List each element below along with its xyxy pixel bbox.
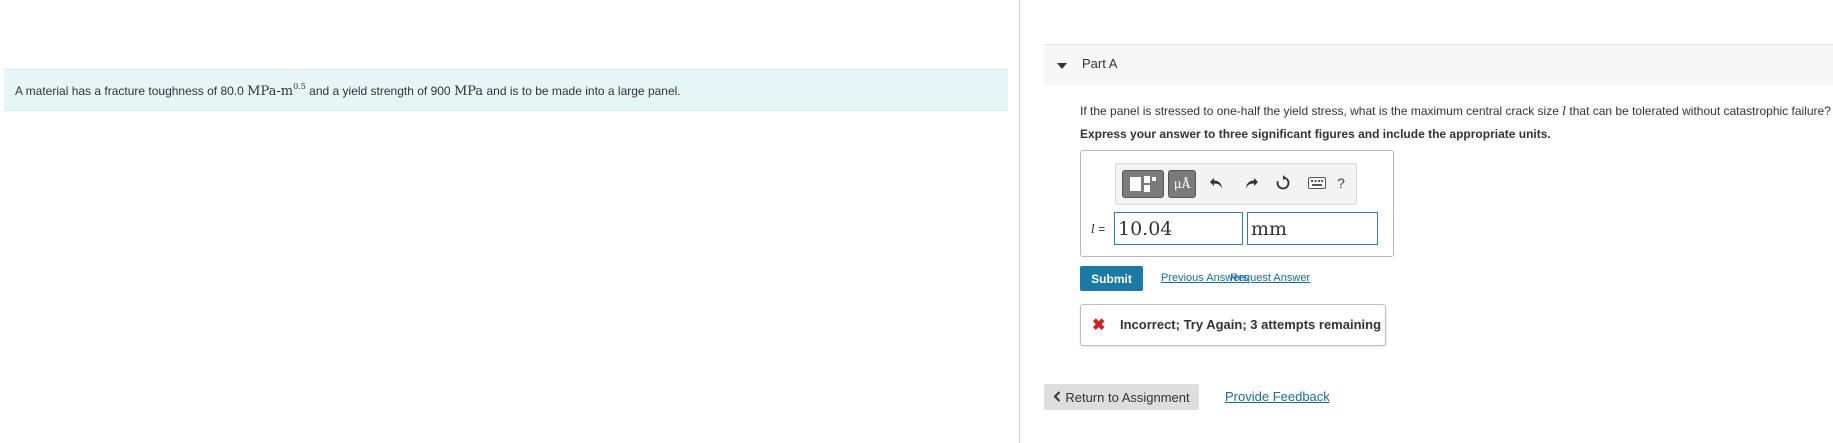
redo-icon (1246, 178, 1258, 189)
answer-box: μÅ ? l = 10.04 mm (1080, 150, 1394, 257)
incorrect-x-icon: ✖ (1092, 317, 1106, 334)
question-after: that can be tolerated without catastroph… (1566, 104, 1831, 118)
help-button[interactable]: ? (1330, 170, 1352, 196)
collapse-caret-icon[interactable] (1057, 63, 1067, 69)
reset-icon (1276, 175, 1290, 190)
math-toolbar: μÅ ? (1115, 163, 1357, 205)
instruction-text: Express your answer to three significant… (1080, 127, 1551, 141)
question-text: If the panel is stressed to one-half the… (1080, 104, 1831, 118)
unit1-exponent: 0.5 (293, 81, 306, 91)
keyboard-icon (1308, 177, 1326, 189)
chevron-left-icon (1053, 390, 1061, 405)
feedback-message: ✖ Incorrect; Try Again; 3 attempts remai… (1080, 304, 1386, 346)
answer-units-input[interactable]: mm (1247, 212, 1378, 245)
return-to-assignment-button[interactable]: Return to Assignment (1044, 384, 1199, 410)
templates-button[interactable] (1122, 170, 1164, 198)
redo-button[interactable] (1240, 170, 1262, 196)
problem-statement: A material has a fracture toughness of 8… (4, 69, 1008, 111)
pane-divider[interactable] (1019, 0, 1020, 443)
undo-button[interactable] (1206, 170, 1228, 196)
return-label: Return to Assignment (1065, 389, 1190, 405)
unit1: MPa-m (247, 83, 294, 99)
problem-text: A material has a fracture toughness of 8… (4, 82, 681, 99)
keyboard-button[interactable] (1306, 170, 1328, 196)
reset-button[interactable] (1272, 170, 1294, 196)
feedback-text: Incorrect; Try Again; 3 attempts remaini… (1120, 317, 1382, 332)
problem-pane: A material has a fracture toughness of 8… (0, 0, 1019, 443)
request-answer-link[interactable]: Request Answer (1230, 272, 1310, 284)
problem-text-before: A material has a fracture toughness of 8… (15, 83, 248, 98)
problem-text-middle: and a yield strength of 900 (305, 83, 454, 98)
part-title: Part A (1082, 56, 1118, 71)
equals-sign: = (1094, 222, 1106, 236)
problem-text-after: and is to be made into a large panel. (483, 83, 681, 98)
fracture-toughness-unit: MPa-m0.5 (247, 81, 306, 99)
part-a-header[interactable]: Part A (1044, 44, 1833, 85)
templates-icon (1130, 176, 1156, 192)
units-button[interactable]: μÅ (1168, 170, 1196, 198)
provide-feedback-link[interactable]: Provide Feedback (1225, 389, 1330, 404)
yield-strength-unit: MPa (453, 83, 484, 99)
submit-button[interactable]: Submit (1080, 266, 1143, 291)
answer-variable-label: l = (1091, 222, 1105, 236)
question-before: If the panel is stressed to one-half the… (1080, 104, 1563, 118)
undo-icon (1210, 178, 1222, 189)
answer-value-input[interactable]: 10.04 (1114, 212, 1243, 245)
